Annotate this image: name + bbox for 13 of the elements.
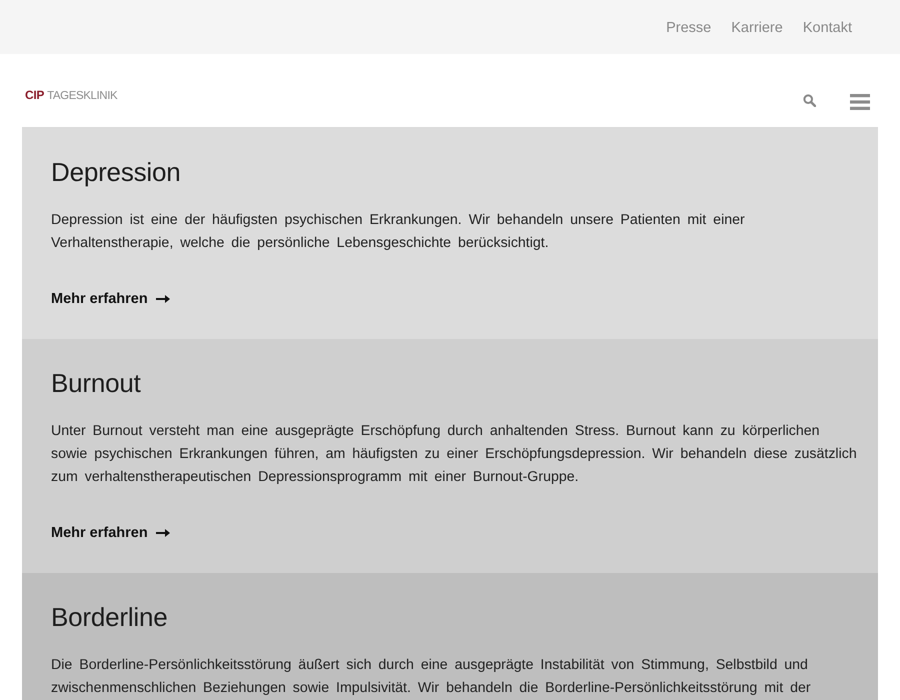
search-icon[interactable] [803, 94, 816, 107]
arrow-right-icon [156, 295, 170, 303]
logo[interactable]: CIP TAGESKLINIK [25, 89, 118, 102]
menu-icon[interactable] [850, 94, 870, 110]
more-link[interactable]: Mehr erfahren [51, 523, 170, 543]
topic-title: Depression [51, 156, 182, 188]
topic-title: Burnout [51, 367, 142, 399]
more-link[interactable]: Mehr erfahren [51, 289, 170, 309]
arrow-right-icon [156, 529, 170, 537]
topic-description: Depression ist eine der häufigsten psychischen Erkrankungen. Wir behandeln unsere Patienten mit einer Verhaltenstherapie, welche die persönliche Lebensgeschichte berücksichtigt. [51, 211, 746, 253]
topic-title: Borderline [51, 601, 169, 633]
topic-description: Die Borderline-Persönlichkeitsstörung äußert sich durch eine ausgeprägte Instabilität von Stimmung, Selbstbild und zwischenmenschlichen Beziehungen sowie Impulsivität. Wir behandeln die Borderline-Persönlichkeitsstörung mit der [51, 656, 812, 698]
topic-description: Unter Burnout versteht man eine ausgeprägte Erschöpfung durch anhaltenden Stress. Burnout kann zu körperlichen sowie psychischen Erkrankungen führen, am häufigsten zu einer Erschöpfungsdepression. Wir behandeln diese zusätzlich zum verhaltenstherapeutischen Depressionsprogramm mit einer Burnout-Gruppe. [51, 422, 858, 487]
